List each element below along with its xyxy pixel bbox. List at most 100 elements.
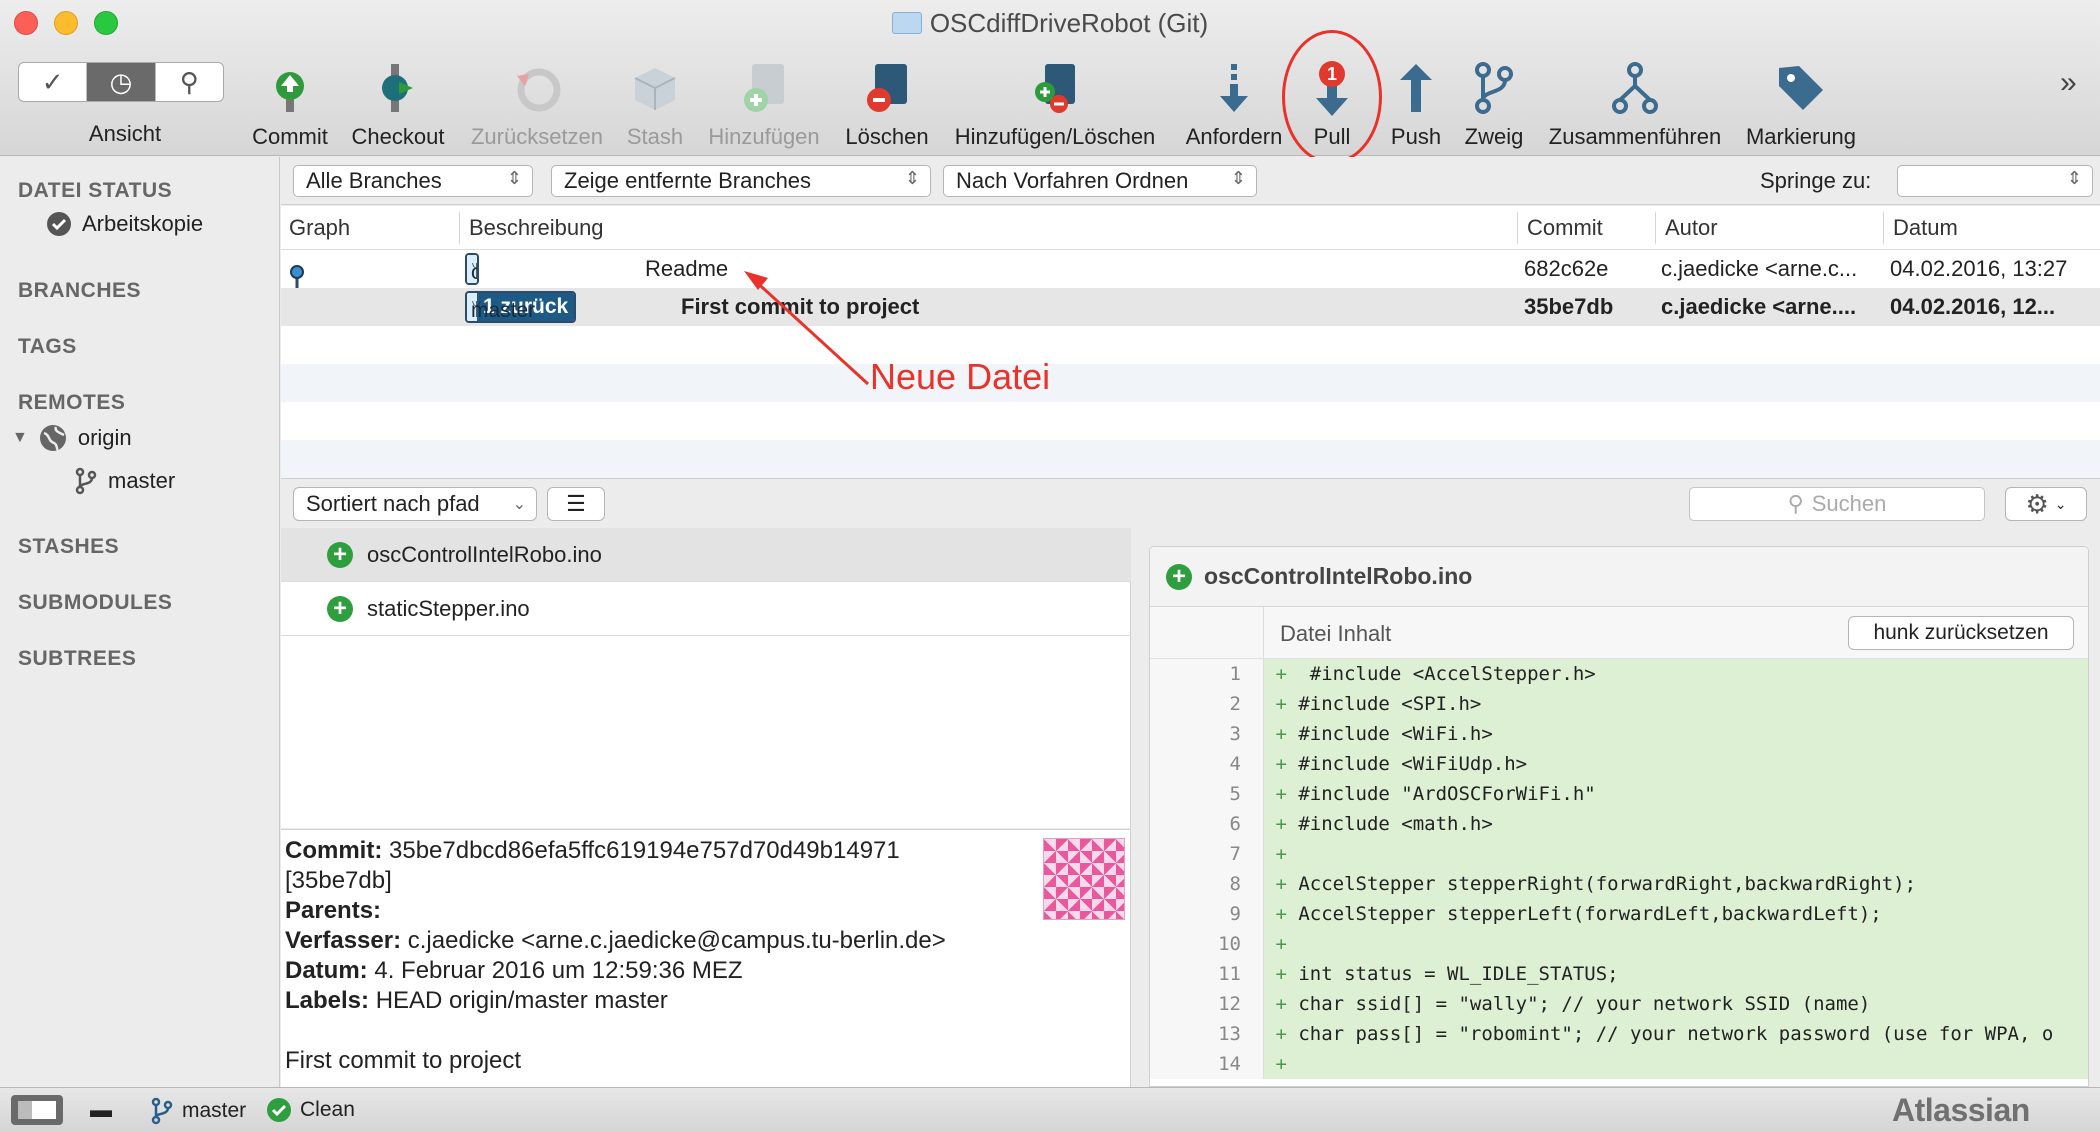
- diff-line: 3 + #include <WiFi.h>: [1150, 719, 2088, 749]
- sidebar-subtrees-heading[interactable]: SUBTREES: [18, 647, 136, 671]
- column-divider[interactable]: [1883, 212, 1884, 244]
- remove-file-icon: [867, 64, 907, 112]
- added-file-icon: +: [1166, 563, 1192, 590]
- commit-date: 4. Februar 2016 um 12:59:36 MEZ: [374, 957, 743, 984]
- add-file-icon: [744, 64, 784, 112]
- file-list-toolbar: Sortiert nach pfad ⌄ ☰ ⚲ Suchen ⚙ ⌄: [281, 478, 2100, 528]
- changed-files-list: + oscControlIntelRobo.ino + staticSteppe…: [281, 528, 1131, 828]
- stash-box-icon: [634, 68, 676, 110]
- remove-button[interactable]: Löschen: [840, 52, 934, 152]
- diff-line: 10 +: [1150, 929, 2088, 959]
- added-file-icon: +: [327, 541, 353, 568]
- column-date[interactable]: Datum: [1893, 215, 1958, 241]
- column-divider[interactable]: [1655, 212, 1656, 244]
- disclosure-triangle-icon[interactable]: ▼: [12, 429, 28, 447]
- sidebar-item-working-copy[interactable]: Arbeitskopie: [46, 211, 203, 237]
- gear-icon: ⚙: [2025, 488, 2049, 519]
- commit-row[interactable]: ᛘorigin/master Readme 682c62e c.jaedicke…: [281, 250, 2100, 288]
- empty-row-stripe: [281, 364, 2100, 402]
- branch-label-master[interactable]: ᛘ master 1 zurück: [465, 291, 577, 323]
- commit-icon: [276, 72, 304, 112]
- folder-icon: [891, 12, 922, 34]
- view-segmented-control[interactable]: ✓ ◷ ⚲: [18, 62, 224, 102]
- diff-code: 1 + #include <AccelStepper.h> 2 + #inclu…: [1150, 659, 2088, 1086]
- line-number-gutter: [1150, 607, 1264, 659]
- diff-line: 2 + #include <SPI.h>: [1150, 689, 2088, 719]
- jump-to-select[interactable]: ⇕: [1897, 165, 2093, 197]
- window-title: OSCdiffDriveRobot (Git): [0, 8, 2100, 39]
- sort-select[interactable]: Sortiert nach pfad ⌄: [293, 487, 537, 521]
- stash-button[interactable]: Stash: [620, 52, 690, 152]
- commit-row-selected[interactable]: ᛘ master 1 zurück First commit to project …: [281, 288, 2100, 326]
- file-search-input[interactable]: ⚲ Suchen: [1689, 487, 1985, 521]
- reset-button[interactable]: Zurücksetzen: [464, 52, 610, 152]
- sidebar-remotes-heading[interactable]: REMOTES: [18, 391, 125, 415]
- sidebar-branches-heading[interactable]: BRANCHES: [18, 279, 141, 303]
- column-author[interactable]: Autor: [1665, 215, 1718, 241]
- diff-line: 6 + #include <math.h>: [1150, 809, 2088, 839]
- sidebar-file-status-heading[interactable]: DATEI STATUS: [18, 179, 172, 203]
- column-divider[interactable]: [459, 212, 460, 244]
- sidebar-item-remote-branch-master[interactable]: master: [74, 467, 175, 495]
- working-copy-status: Clean: [266, 1097, 355, 1123]
- sidebar-tags-heading[interactable]: TAGS: [18, 335, 77, 359]
- clock-icon[interactable]: ◷: [87, 63, 156, 101]
- tag-button[interactable]: Markierung: [1740, 52, 1862, 152]
- column-description[interactable]: Beschreibung: [469, 215, 604, 241]
- diff-line: 13 + char pass[] = "robomint"; // your n…: [1150, 1019, 2088, 1049]
- discard-hunk-button[interactable]: hunk zurücksetzen: [1848, 616, 2074, 650]
- tag-icon: [1779, 66, 1823, 110]
- push-button[interactable]: Push: [1384, 52, 1448, 152]
- sidebar-submodules-heading[interactable]: SUBMODULES: [18, 591, 172, 615]
- checkmark-icon[interactable]: ✓: [19, 63, 88, 101]
- sidebar-stashes-heading[interactable]: STASHES: [18, 535, 119, 559]
- branch-label-origin-master[interactable]: ᛘorigin/master: [465, 253, 479, 285]
- toolbar-overflow-button[interactable]: »: [2060, 66, 2077, 100]
- order-select[interactable]: Nach Vorfahren Ordnen ⇕: [943, 165, 1257, 197]
- branch-button[interactable]: Zweig: [1458, 52, 1530, 152]
- branches-filter-select[interactable]: Alle Branches ⇕: [293, 165, 533, 197]
- search-icon: ⚲: [1787, 491, 1804, 516]
- remote-branches-select[interactable]: Zeige entfernte Branches ⇕: [551, 165, 931, 197]
- diff-line: 1 + #include <AccelStepper.h>: [1150, 659, 2088, 689]
- commit-button[interactable]: Commit: [248, 52, 332, 152]
- column-divider[interactable]: [1517, 212, 1518, 244]
- list-icon: ☰: [566, 491, 586, 516]
- settings-menu-button[interactable]: ⚙ ⌄: [2005, 487, 2087, 521]
- commit-hash: 35be7dbcd86efa5ffc619194e757d70d49b14971: [389, 837, 900, 864]
- file-row-selected[interactable]: + oscControlIntelRobo.ino: [281, 528, 1131, 582]
- add-remove-button[interactable]: Hinzufügen/Löschen: [946, 52, 1164, 152]
- merge-button[interactable]: Zusammenführen: [1540, 52, 1730, 152]
- sourcetree-window: { "window": { "title": "OSCdiffDriveRobo…: [0, 0, 2100, 1132]
- hunk-header: Datei Inhalt hunk zurücksetzen: [1264, 607, 2088, 659]
- column-commit[interactable]: Commit: [1527, 215, 1603, 241]
- updown-arrow-icon: ⇕: [2066, 168, 2082, 188]
- diff-line: 8 + AccelStepper stepperRight(forwardRig…: [1150, 869, 2088, 899]
- push-arrow-icon: [1400, 64, 1432, 112]
- branch-filter-bar: Alle Branches ⇕ Zeige entfernte Branches ⇕…: [281, 157, 2100, 205]
- diff-panel: + oscControlIntelRobo.ino Datei Inhalt h…: [1131, 528, 2100, 1087]
- branch-icon: [75, 467, 97, 495]
- diff-line: 12 + char ssid[] = "wally"; // your netw…: [1150, 989, 2088, 1019]
- sidebar-item-remote-origin[interactable]: ▼ origin: [12, 423, 132, 453]
- current-branch-indicator: master: [150, 1097, 246, 1125]
- sidebar: DATEI STATUS Arbeitskopie BRANCHES TAGS …: [0, 157, 280, 1087]
- fetch-arrow-icon: [1220, 64, 1248, 112]
- checkout-button[interactable]: Checkout: [346, 52, 450, 152]
- add-button[interactable]: Hinzufügen: [702, 52, 826, 152]
- list-view-button[interactable]: ☰: [547, 487, 605, 521]
- column-graph[interactable]: Graph: [289, 215, 350, 241]
- commit-table-header: Graph Beschreibung Commit Autor Datum: [281, 206, 2100, 250]
- magnifier-icon[interactable]: ⚲: [156, 63, 223, 101]
- diff-card: + oscControlIntelRobo.ino Datei Inhalt h…: [1149, 546, 2089, 1087]
- chevron-down-icon: ⌄: [512, 496, 526, 513]
- diff-line: 5 + #include "ArdOSCForWiFi.h": [1150, 779, 2088, 809]
- diff-line: 11 + int status = WL_IDLE_STATUS;: [1150, 959, 2088, 989]
- toggle-sidebar-button[interactable]: [10, 1094, 64, 1126]
- pull-highlight-circle: [1282, 30, 1382, 164]
- toggle-panel-button[interactable]: ▬: [90, 1097, 112, 1123]
- globe-icon: [39, 425, 66, 452]
- fetch-button[interactable]: Anfordern: [1180, 52, 1288, 152]
- short-hash: [35be7db]: [285, 867, 392, 894]
- file-row[interactable]: + staticStepper.ino: [281, 582, 1131, 636]
